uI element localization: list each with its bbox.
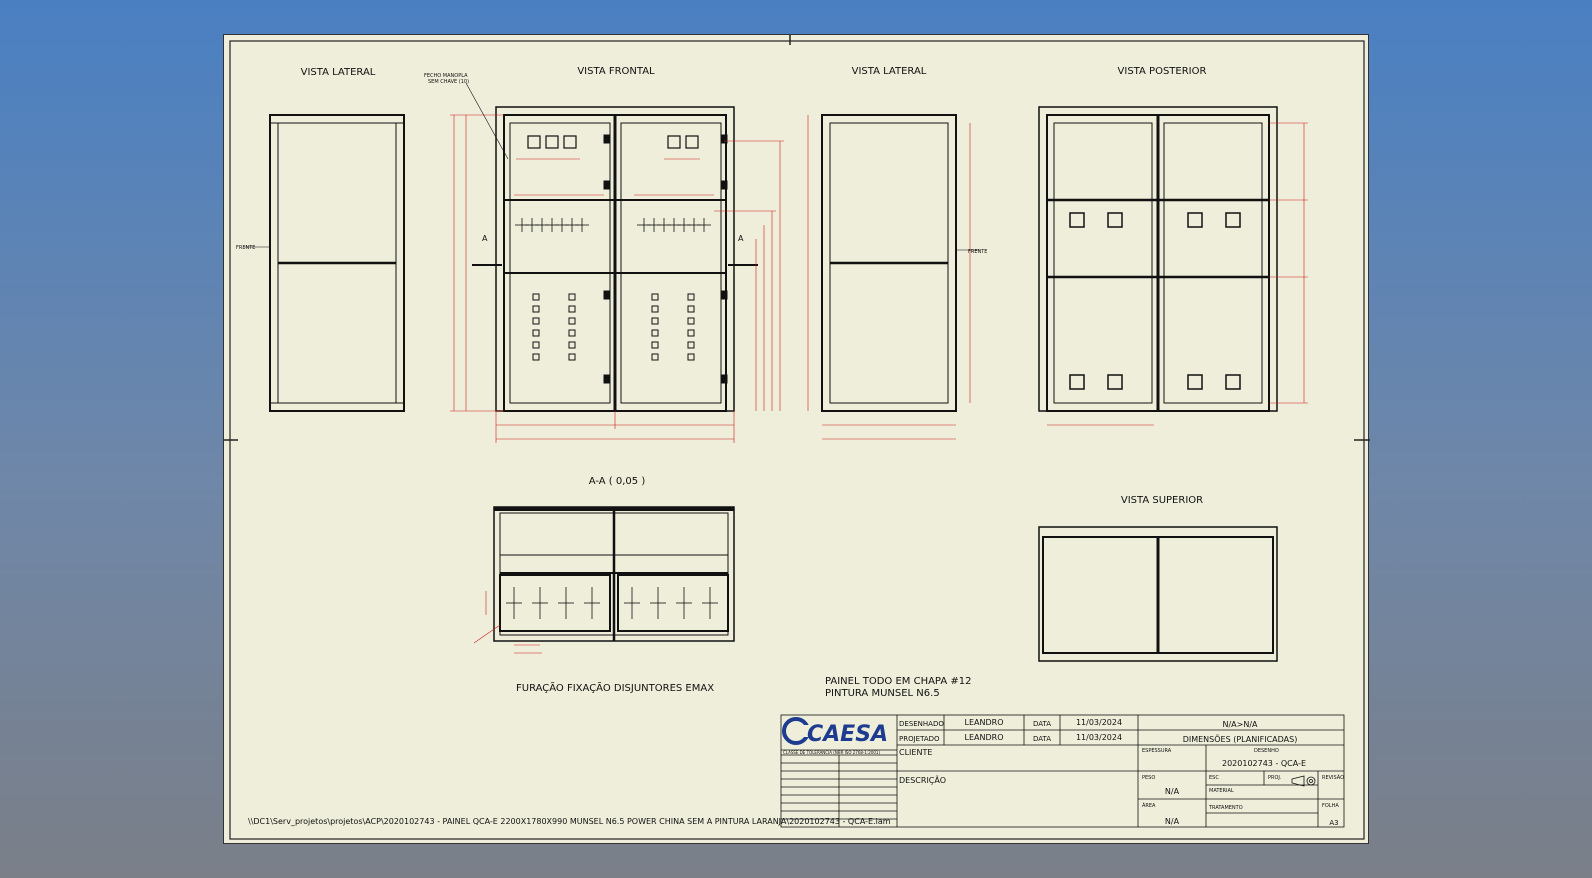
dimensoes-value: DIMENSÕES (PLANIFICADAS) bbox=[1183, 733, 1298, 744]
projetado-value: LEANDRO bbox=[965, 733, 1004, 742]
cliente-label: CLIENTE bbox=[899, 748, 932, 757]
view-section-aa bbox=[493, 506, 735, 642]
peso-value: N/A bbox=[1165, 787, 1180, 796]
projection-symbol-icon bbox=[1291, 775, 1316, 787]
desenhado-value: LEANDRO bbox=[965, 718, 1004, 727]
title-vista-posterior: VISTA POSTERIOR bbox=[1118, 66, 1207, 77]
note-pintura: PINTURA MUNSEL N6.5 bbox=[825, 688, 940, 699]
drawing-sheet: VISTA LATERAL VISTA FRONTAL VISTA LATERA… bbox=[223, 34, 1370, 844]
scale-value: N/A>N/A bbox=[1222, 720, 1258, 729]
esc-label: ESC bbox=[1209, 775, 1219, 781]
view-frontal bbox=[472, 106, 758, 412]
tolerance-header: CLASSE DE TOLERÂNCIA (NBR ISO 2768-1:200… bbox=[783, 750, 880, 755]
peso-label: PESO bbox=[1142, 775, 1155, 781]
folha-label: FOLHA bbox=[1322, 803, 1339, 809]
data-value-2: 11/03/2024 bbox=[1076, 733, 1122, 742]
area-value: N/A bbox=[1165, 817, 1180, 826]
label-frente-right: FRENTE bbox=[968, 249, 987, 255]
desenho-value: 2020102743 - QCA-E bbox=[1222, 759, 1306, 768]
technical-drawing: VISTA LATERAL VISTA FRONTAL VISTA LATERA… bbox=[224, 35, 1370, 840]
projetado-label: PROJETADO bbox=[899, 735, 940, 743]
title-vista-frontal: VISTA FRONTAL bbox=[577, 66, 655, 77]
espessura-label: ESPESSURA bbox=[1142, 748, 1172, 754]
material-label: MATERIAL bbox=[1209, 788, 1234, 794]
descricao-label: DESCRIÇÃO bbox=[899, 775, 946, 785]
title-vista-lateral-left: VISTA LATERAL bbox=[301, 67, 376, 78]
view-superior bbox=[1038, 526, 1278, 662]
note-chapa: PAINEL TODO EM CHAPA #12 bbox=[825, 676, 971, 687]
label-frente-left: FRENTE bbox=[236, 245, 255, 251]
data-label-2: DATA bbox=[1033, 735, 1051, 743]
area-label: ÁREA bbox=[1142, 802, 1156, 809]
view-lateral-right bbox=[821, 114, 980, 412]
revisao-label: REVISÃO bbox=[1322, 774, 1344, 781]
lateral-right-dimensions bbox=[807, 115, 971, 440]
section-aa-dimensions bbox=[473, 591, 542, 654]
caesa-logo: CAESA bbox=[782, 717, 888, 747]
label-fecho-2: SEM CHAVE (10) bbox=[428, 79, 469, 85]
proj-label: PROJ. bbox=[1268, 775, 1282, 781]
section-mark-left: A bbox=[482, 234, 488, 243]
title-vista-superior: VISTA SUPERIOR bbox=[1121, 495, 1203, 506]
tratamento-label: TRATAMENTO bbox=[1208, 805, 1243, 811]
label-furacao: FURAÇÃO FIXAÇÃO DISJUNTORES EMAX bbox=[516, 681, 714, 694]
view-posterior bbox=[1038, 106, 1278, 412]
desenhado-label: DESENHADO bbox=[899, 720, 944, 728]
data-label-1: DATA bbox=[1033, 720, 1051, 728]
data-value-1: 11/03/2024 bbox=[1076, 718, 1122, 727]
title-vista-lateral-right: VISTA LATERAL bbox=[852, 66, 927, 77]
folha-value: A3 bbox=[1329, 819, 1338, 827]
brand-name: CAESA bbox=[807, 722, 888, 747]
view-lateral-left bbox=[244, 114, 405, 412]
desenho-label: DESENHO bbox=[1254, 748, 1279, 754]
section-mark-right: A bbox=[738, 234, 744, 243]
title-section-aa: A-A ( 0,05 ) bbox=[589, 476, 646, 487]
file-path: \\DC1\Serv_projetos\projetos\ACP\2020102… bbox=[248, 817, 891, 826]
